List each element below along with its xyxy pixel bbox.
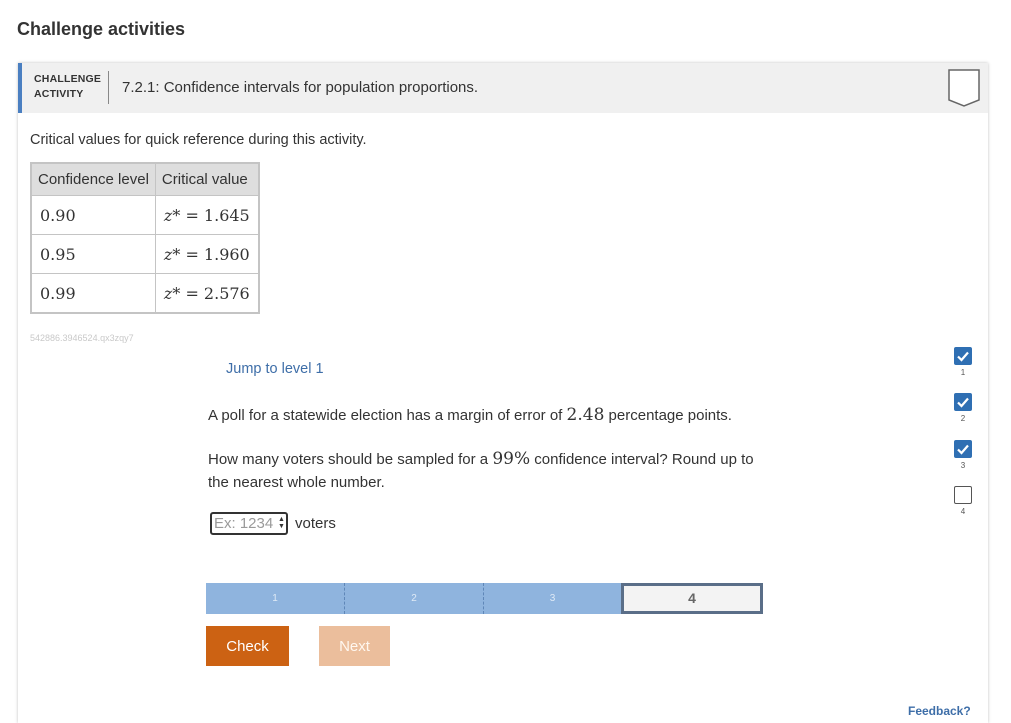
level-1[interactable]: 1 — [953, 347, 973, 377]
question-text: percentage points. — [604, 407, 732, 424]
question-text: How many voters should be sampled for a — [208, 451, 493, 468]
confidence-level-cell: 0.90 — [30, 195, 156, 235]
question-line-2: How many voters should be sampled for a … — [208, 448, 768, 494]
critical-value-cell: z* = 1.960 — [154, 234, 260, 274]
progress-segment-3[interactable]: 3 — [484, 583, 621, 614]
checkbox-empty-icon — [954, 486, 972, 504]
question-text: A poll for a statewide election has a ma… — [208, 407, 567, 424]
activity-type-label: CHALLENGE ACTIVITY — [34, 73, 102, 100]
section-title: Challenge activities — [17, 19, 186, 39]
z-star-symbol: z* — [163, 244, 181, 264]
intro-text: Critical values for quick reference duri… — [30, 132, 367, 148]
progress-segment-2[interactable]: 2 — [345, 583, 484, 614]
activity-header: CHALLENGE ACTIVITY 7.2.1: Confidence int… — [18, 63, 988, 113]
level-number: 3 — [960, 461, 966, 470]
level-progress-bar: 1 2 3 4 — [206, 583, 763, 614]
level-number: 1 — [960, 368, 966, 377]
checkbox-checked-icon — [954, 347, 972, 365]
activity-title: 7.2.1: Confidence intervals for populati… — [122, 79, 479, 96]
jump-to-level-link[interactable]: Jump to level 1 — [226, 361, 324, 377]
table-row: 0.95 z* = 1.960 — [30, 234, 260, 274]
table-header-row: Confidence level Critical value — [30, 162, 260, 196]
next-button[interactable]: Next — [319, 626, 390, 666]
level-2[interactable]: 2 — [953, 393, 973, 423]
checkbox-checked-icon — [954, 393, 972, 411]
critical-value: = 1.645 — [185, 205, 250, 225]
critical-value-cell: z* = 2.576 — [154, 273, 260, 314]
bookmark-icon[interactable] — [948, 69, 980, 107]
level-number: 4 — [960, 507, 966, 516]
confidence-value: 99% — [492, 449, 531, 469]
critical-value: = 2.576 — [185, 283, 250, 303]
z-star-symbol: z* — [163, 205, 181, 225]
check-button[interactable]: Check — [206, 626, 289, 666]
progress-segment-4-current[interactable]: 4 — [621, 583, 763, 614]
table-row: 0.99 z* = 2.576 — [30, 273, 260, 314]
confidence-level-cell: 0.95 — [30, 234, 156, 274]
level-4[interactable]: 4 — [953, 486, 973, 516]
column-header-confidence: Confidence level — [30, 162, 156, 196]
margin-value: 2.48 — [566, 405, 605, 425]
critical-value: = 1.960 — [185, 244, 250, 264]
level-number: 2 — [960, 414, 966, 423]
table-row: 0.90 z* = 1.645 — [30, 195, 260, 235]
question-line-1: A poll for a statewide election has a ma… — [208, 404, 768, 427]
progress-segment-1[interactable]: 1 — [206, 583, 345, 614]
answer-unit: voters — [295, 515, 336, 532]
critical-value-cell: z* = 1.645 — [154, 195, 260, 235]
activity-id: 542886.3946524.qx3zqy7 — [30, 333, 134, 343]
z-star-symbol: z* — [163, 283, 181, 303]
confidence-level-cell: 0.99 — [30, 273, 156, 314]
checkbox-checked-icon — [954, 440, 972, 458]
column-header-critical: Critical value — [154, 162, 260, 196]
critical-values-table: Confidence level Critical value 0.90 z* … — [30, 162, 260, 314]
feedback-link[interactable]: Feedback? — [908, 704, 971, 718]
voters-answer-input[interactable] — [210, 512, 288, 535]
header-divider — [108, 71, 109, 104]
challenge-activity-card: CHALLENGE ACTIVITY 7.2.1: Confidence int… — [18, 63, 988, 723]
level-3[interactable]: 3 — [953, 440, 973, 470]
stepper-arrows-icon[interactable]: ▲ ▼ — [278, 516, 286, 530]
